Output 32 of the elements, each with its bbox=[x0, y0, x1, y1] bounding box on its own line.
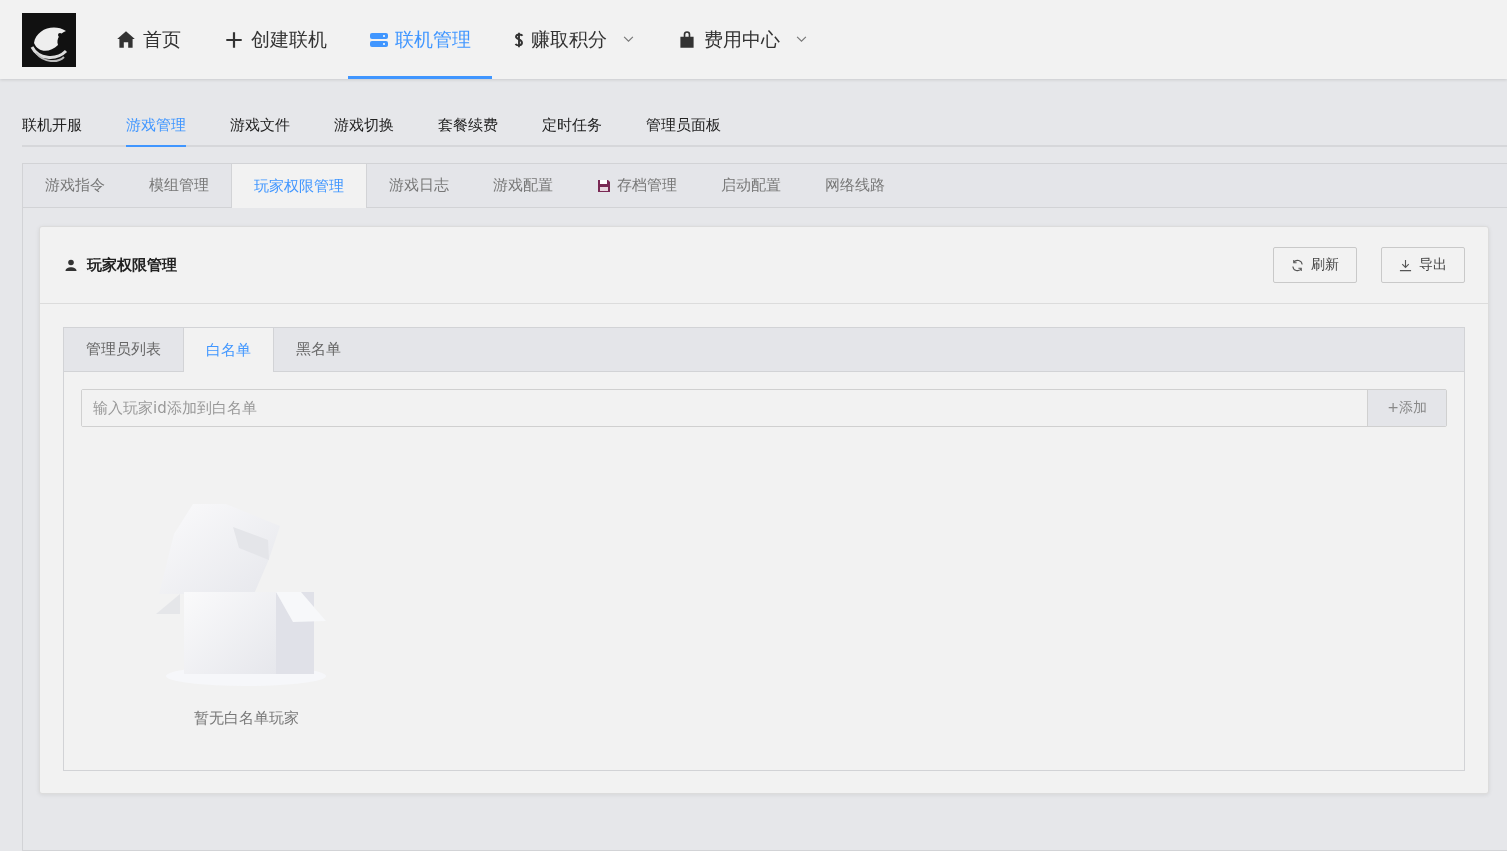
subnav-tab[interactable]: 套餐续费 bbox=[438, 116, 498, 147]
tab[interactable]: 模组管理 bbox=[127, 164, 231, 207]
empty-message: 暂无白名单玩家 bbox=[193, 709, 299, 728]
tab[interactable]: 游戏配置 bbox=[471, 164, 575, 207]
subnav-tab[interactable]: 定时任务 bbox=[542, 116, 602, 147]
tab[interactable]: 白名单 bbox=[183, 328, 274, 372]
subnav-tab[interactable]: 游戏文件 bbox=[230, 116, 290, 147]
tab[interactable]: 启动配置 bbox=[699, 164, 803, 207]
refresh-icon bbox=[1291, 258, 1304, 272]
nav-link[interactable]: 费用中心 bbox=[655, 0, 828, 79]
export-button[interactable]: 导出 bbox=[1381, 247, 1465, 283]
nav-link[interactable]: 首页 bbox=[94, 0, 202, 79]
nav-link[interactable]: 联机管理 bbox=[348, 0, 492, 79]
tab[interactable]: 存档管理 bbox=[575, 164, 699, 207]
nav-link[interactable]: 创建联机 bbox=[202, 0, 348, 79]
tab[interactable]: 管理员列表 bbox=[64, 328, 183, 371]
tab[interactable]: 玩家权限管理 bbox=[231, 164, 367, 208]
tab[interactable]: 网络线路 bbox=[803, 164, 907, 207]
tab[interactable]: 游戏指令 bbox=[23, 164, 127, 207]
tab[interactable]: 黑名单 bbox=[274, 328, 363, 371]
user-icon bbox=[65, 259, 77, 271]
card-title: 玩家权限管理 bbox=[87, 255, 177, 275]
refresh-button[interactable]: 刷新 bbox=[1273, 247, 1357, 283]
subnav-tab[interactable]: 游戏切换 bbox=[334, 116, 394, 147]
tab[interactable]: 游戏日志 bbox=[367, 164, 471, 207]
subnav-tab[interactable]: 管理员面板 bbox=[646, 116, 721, 147]
download-icon bbox=[1399, 258, 1412, 272]
nav-link[interactable]: 赚取积分 bbox=[492, 0, 655, 79]
player-id-field[interactable]: 输入玩家id添加到白名单 +添加 bbox=[81, 389, 1447, 427]
subnav-tab[interactable]: 联机开服 bbox=[22, 116, 82, 147]
subnav-tab[interactable]: 游戏管理 bbox=[126, 116, 186, 147]
add-button[interactable]: +添加 bbox=[1367, 390, 1446, 426]
